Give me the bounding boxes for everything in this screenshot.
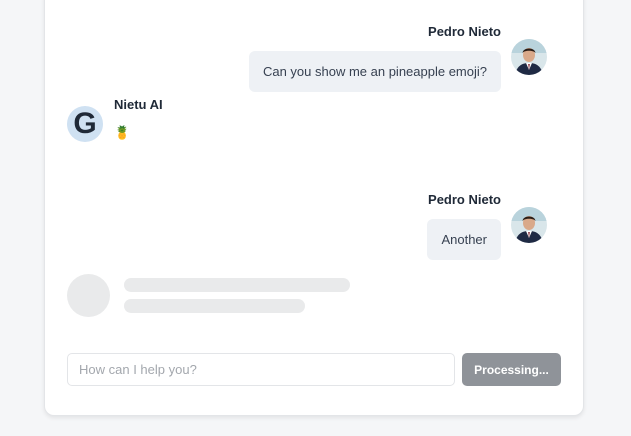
user-photo-icon (511, 39, 547, 75)
user-photo-icon (511, 207, 547, 243)
submit-button[interactable]: Processing... (462, 353, 561, 386)
loading-avatar-placeholder (67, 274, 110, 317)
loading-line-placeholder (124, 278, 350, 292)
loading-line-placeholder (124, 299, 305, 313)
user-message-bubble: Another (427, 219, 501, 260)
g-logo-icon: G (73, 107, 97, 140)
chat-card: Pedro Nieto Can you show me an pineapple… (44, 0, 584, 416)
message-author: Pedro Nieto (428, 192, 501, 207)
assistant-avatar: G (67, 106, 103, 142)
user-avatar (511, 207, 547, 243)
chat-input[interactable] (67, 353, 455, 386)
user-avatar (511, 39, 547, 75)
user-message-bubble: Can you show me an pineapple emoji? (248, 51, 501, 92)
message-author: Nietu AI (114, 97, 163, 112)
assistant-message-text: 🍍 (114, 125, 131, 140)
message-author: Pedro Nieto (428, 24, 501, 39)
